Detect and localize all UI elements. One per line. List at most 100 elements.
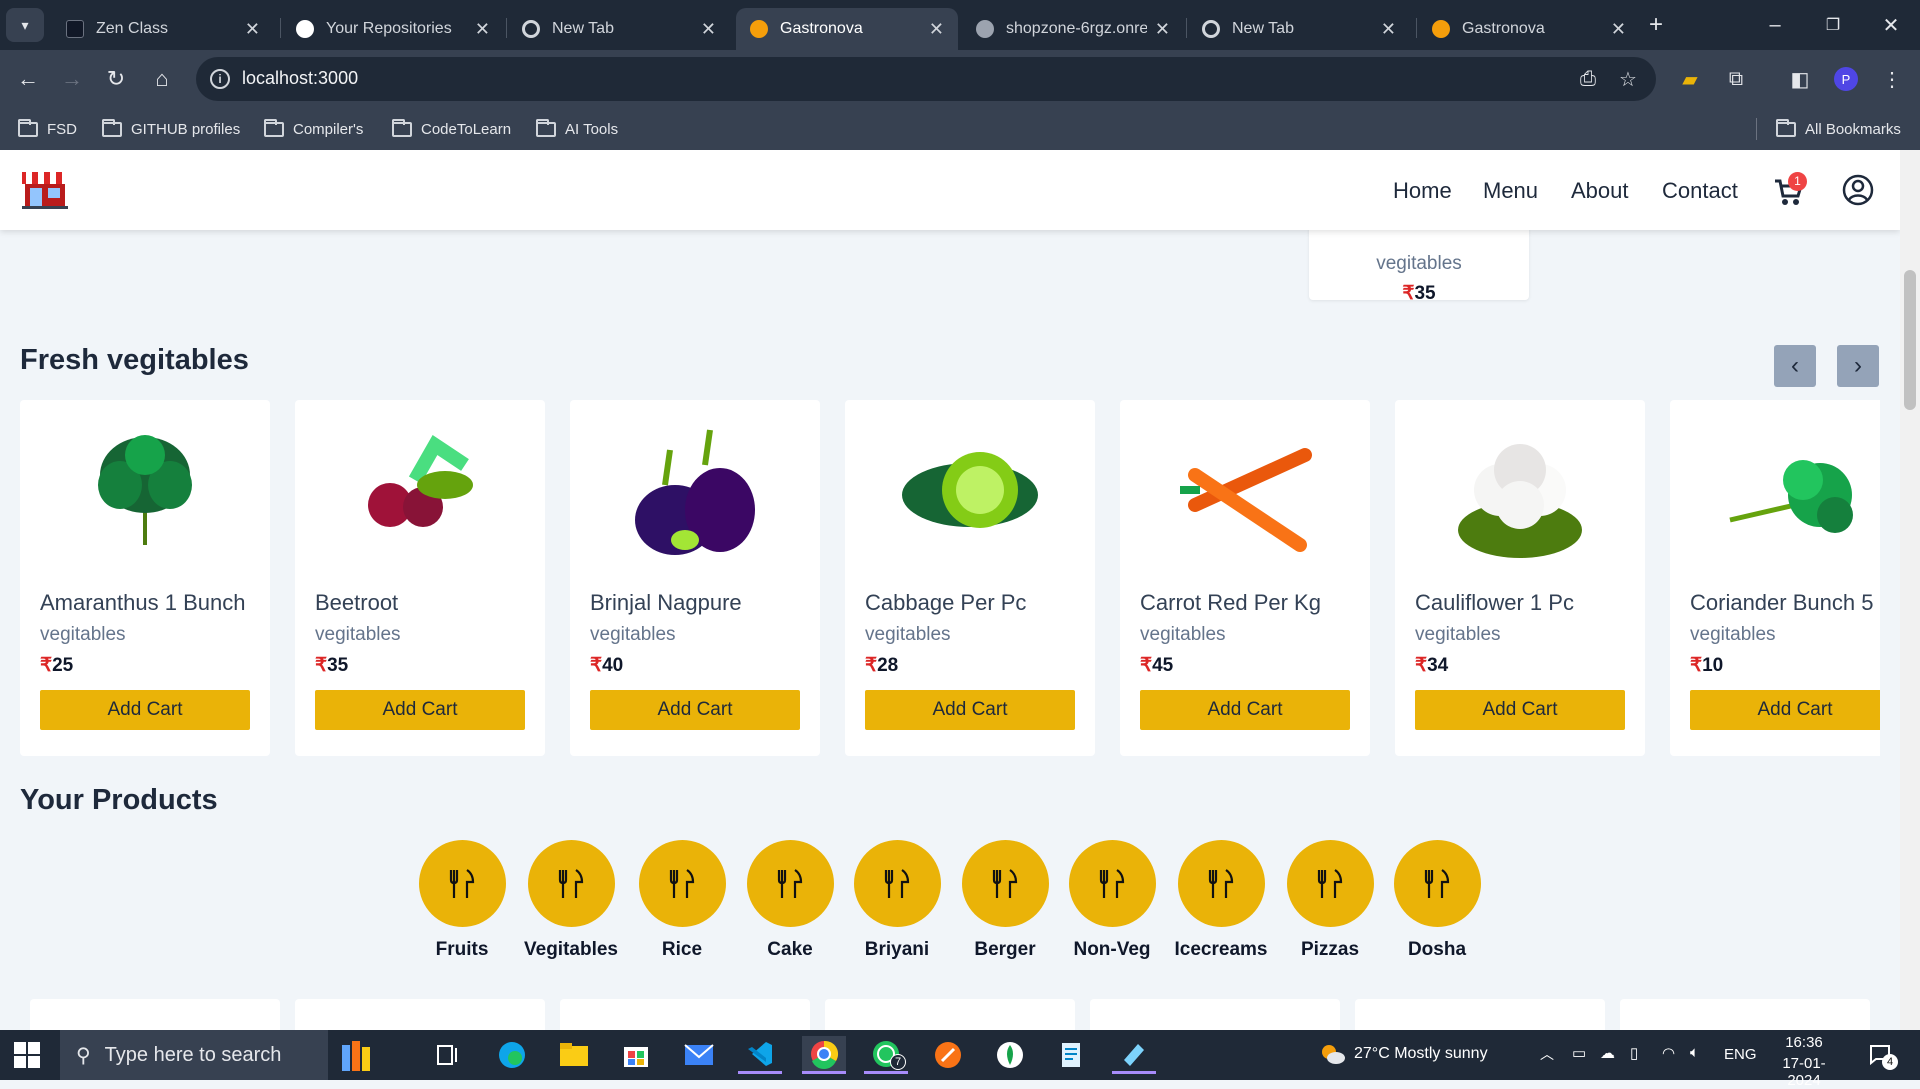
add-cart-button[interactable]: Add Cart — [315, 690, 525, 730]
tab-zen-class[interactable]: Zen Class ✕ — [52, 8, 274, 50]
product-name: Coriander Bunch 5 — [1690, 590, 1874, 615]
bookmark-fsd[interactable]: FSD — [18, 118, 77, 140]
mail-icon[interactable] — [677, 1036, 721, 1074]
add-cart-button[interactable]: Add Cart — [1690, 690, 1880, 730]
product-category: vegitables — [40, 624, 126, 645]
product-category: vegitables — [1690, 624, 1776, 645]
tab-new-tab-2[interactable]: New Tab ✕ — [1188, 8, 1410, 50]
forward-arrow-icon[interactable]: → — [56, 63, 88, 95]
fork-knife-icon — [746, 840, 834, 927]
task-view-icon[interactable] — [426, 1036, 470, 1074]
taskbar-search-box[interactable]: ⚲ Type here to search — [60, 1030, 328, 1080]
tab-search-button[interactable]: ▾ — [6, 8, 44, 42]
category-non-veg[interactable]: Non-Veg — [1062, 840, 1162, 961]
library-app-icon[interactable] — [336, 1036, 380, 1074]
site-info-icon[interactable]: i — [210, 69, 230, 89]
close-tab-icon[interactable]: ✕ — [1381, 19, 1396, 40]
tab-new-tab[interactable]: New Tab ✕ — [508, 8, 730, 50]
device-icon[interactable]: ▭ — [1572, 1044, 1586, 1062]
notepad-icon[interactable] — [1050, 1036, 1094, 1074]
add-cart-button[interactable]: Add Cart — [590, 690, 800, 730]
minimize-icon[interactable]: – — [1746, 0, 1804, 50]
category-rice[interactable]: Rice — [632, 840, 732, 961]
postman-icon[interactable] — [926, 1036, 970, 1074]
cloud-icon[interactable]: ☁ — [1600, 1044, 1615, 1062]
close-tab-icon[interactable]: ✕ — [701, 19, 716, 40]
snipping-tool-icon[interactable] — [1112, 1036, 1156, 1074]
extensions-puzzle-icon[interactable]: ⧉ — [1720, 63, 1752, 95]
add-cart-button[interactable]: Add Cart — [865, 690, 1075, 730]
nav-contact[interactable]: Contact — [1662, 178, 1738, 204]
whatsapp-badge: 7 — [890, 1054, 906, 1070]
edge-browser-icon[interactable] — [490, 1036, 534, 1074]
whatsapp-icon[interactable]: 7 — [864, 1036, 908, 1074]
category-dosha[interactable]: Dosha — [1387, 840, 1487, 961]
category-vegitables[interactable]: Vegitables — [521, 840, 621, 961]
close-tab-icon[interactable]: ✕ — [929, 19, 944, 40]
close-tab-icon[interactable]: ✕ — [475, 19, 490, 40]
file-explorer-icon[interactable] — [552, 1036, 596, 1074]
bookmark-star-icon[interactable]: ☆ — [1612, 63, 1644, 95]
microsoft-store-icon[interactable] — [614, 1036, 658, 1074]
nav-menu[interactable]: Menu — [1483, 178, 1538, 204]
mongodb-icon[interactable] — [988, 1036, 1032, 1074]
category-cake[interactable]: Cake — [740, 840, 840, 961]
carousel-prev-button[interactable]: ‹ — [1774, 345, 1816, 387]
install-app-icon[interactable]: ⎙ — [1572, 63, 1604, 95]
bookmark-ai-tools[interactable]: AI Tools — [536, 118, 618, 140]
tab-shopzone[interactable]: shopzone-6rgz.onren ✕ — [962, 8, 1184, 50]
notification-count-badge: 4 — [1882, 1054, 1898, 1070]
close-tab-icon[interactable]: ✕ — [245, 19, 260, 40]
product-name: Brinjal Nagpure — [590, 590, 742, 615]
add-cart-button[interactable]: Add Cart — [1140, 690, 1350, 730]
product-card — [1355, 999, 1605, 1030]
windows-start-icon[interactable] — [14, 1042, 40, 1068]
weather-widget[interactable]: 27°C Mostly sunny — [1320, 1043, 1488, 1065]
close-tab-icon[interactable]: ✕ — [1611, 19, 1626, 40]
gastronova-favicon — [750, 20, 768, 38]
user-account-icon[interactable] — [1842, 174, 1874, 211]
side-panel-icon[interactable]: ◧ — [1784, 63, 1816, 95]
category-icecreams[interactable]: Icecreams — [1171, 840, 1271, 961]
tab-your-repositories[interactable]: Your Repositories ✕ — [282, 8, 504, 50]
site-navbar: Home Menu About Contact 1 — [0, 150, 1900, 230]
scrollbar-thumb[interactable] — [1904, 270, 1916, 410]
profile-avatar[interactable]: P — [1830, 63, 1862, 95]
nav-about[interactable]: About — [1571, 178, 1629, 204]
chrome-taskbar-icon[interactable] — [802, 1036, 846, 1074]
category-pizzas[interactable]: Pizzas — [1280, 840, 1380, 961]
vscode-icon[interactable] — [738, 1036, 782, 1074]
category-briyani[interactable]: Briyani — [847, 840, 947, 961]
all-bookmarks[interactable]: All Bookmarks — [1776, 118, 1901, 140]
carousel-next-button[interactable]: › — [1837, 345, 1879, 387]
new-tab-plus-icon[interactable]: + — [1636, 0, 1676, 50]
reload-icon[interactable]: ↻ — [100, 63, 132, 95]
notification-center-icon[interactable]: 4 — [1868, 1042, 1898, 1071]
add-cart-button[interactable]: Add Cart — [1415, 690, 1625, 730]
address-bar[interactable]: i localhost:3000 — [196, 57, 1656, 101]
back-arrow-icon[interactable]: ← — [12, 63, 44, 95]
category-fruits[interactable]: Fruits — [412, 840, 512, 961]
wifi-icon[interactable]: ◠ — [1662, 1044, 1675, 1062]
bookmark-compilers[interactable]: Compiler's — [264, 118, 363, 140]
bookmark-codetolearn[interactable]: CodeToLearn — [392, 118, 511, 140]
folder-extension-icon[interactable]: ▰ — [1674, 63, 1706, 95]
battery-icon[interactable]: ▯ — [1630, 1044, 1638, 1062]
nav-home[interactable]: Home — [1393, 178, 1452, 204]
category-berger[interactable]: Berger — [955, 840, 1055, 961]
home-icon[interactable]: ⌂ — [146, 63, 178, 95]
store-logo[interactable] — [20, 170, 70, 210]
browser-menu-icon[interactable]: ⋮ — [1876, 63, 1908, 95]
tab-gastronova-active[interactable]: Gastronova ✕ — [736, 8, 958, 50]
clock[interactable]: 16:36 17-01-2024 — [1766, 1034, 1842, 1089]
add-cart-button[interactable]: Add Cart — [40, 690, 250, 730]
tab-gastronova-2[interactable]: Gastronova ✕ — [1418, 8, 1640, 50]
restore-icon[interactable]: ❐ — [1804, 0, 1862, 50]
bookmark-github-profiles[interactable]: GITHUB profiles — [102, 118, 240, 140]
show-hidden-icons-chevron-icon[interactable]: ︿ — [1540, 1044, 1554, 1064]
language-indicator[interactable]: ENG — [1724, 1046, 1757, 1063]
window-close-icon[interactable]: ✕ — [1862, 0, 1920, 50]
speaker-icon[interactable]: 🔈︎ — [1690, 1044, 1699, 1061]
close-tab-icon[interactable]: ✕ — [1155, 19, 1170, 40]
product-price: ₹28 — [865, 655, 899, 676]
